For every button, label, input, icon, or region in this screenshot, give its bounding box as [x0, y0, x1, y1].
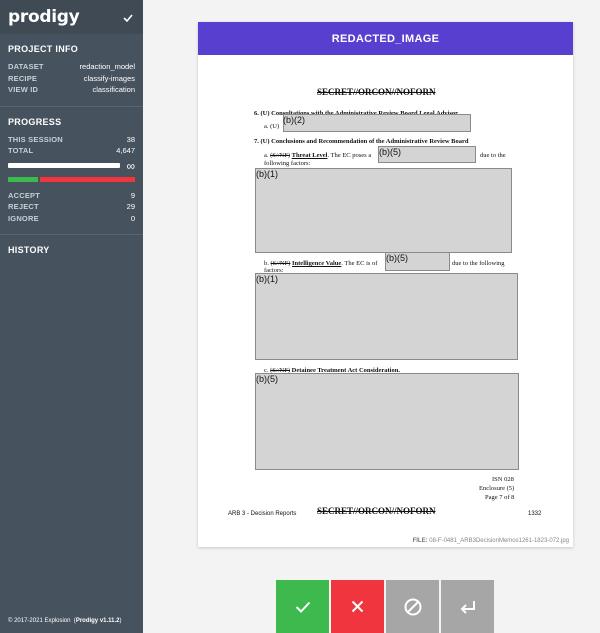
doc-footer-right: 1332	[528, 511, 542, 517]
accept-reject-ratio-bar	[8, 176, 135, 182]
accept-button[interactable]	[276, 580, 329, 633]
recipe-value: classify-images	[83, 73, 135, 83]
reject-count: 29	[126, 202, 135, 211]
reject-label: REJECT	[8, 202, 39, 211]
dataset-label: DATASET	[8, 62, 44, 71]
undo-icon	[460, 600, 476, 614]
progress-bar-row: ∞	[8, 158, 135, 173]
view-id-label: VIEW ID	[8, 85, 39, 94]
prodigy-logo: prodigy	[8, 7, 80, 27]
redaction-box	[255, 168, 512, 253]
redaction-box	[283, 114, 471, 132]
version-text[interactable]: Prodigy v1.11.2	[76, 618, 120, 624]
accept-icon	[295, 601, 311, 613]
reject-icon	[351, 600, 364, 613]
recipe-label: RECIPE	[8, 73, 38, 83]
redaction-label: (b)(5)	[379, 147, 401, 157]
accept-ratio-segment	[8, 176, 39, 182]
item-7b-tail: due to the following	[452, 260, 505, 267]
ignore-button[interactable]	[386, 580, 439, 633]
checkmark-icon[interactable]	[123, 10, 133, 25]
ignore-icon	[404, 598, 422, 616]
total-value: 4,647	[116, 146, 135, 155]
history-section[interactable]: HISTORY	[0, 235, 143, 272]
sidebar: prodigy PROJECT INFO DATASET redaction_m…	[0, 0, 143, 633]
page-number-text: Page 7 of 8	[485, 494, 515, 501]
total-label: TOTAL	[8, 146, 34, 155]
progress-section: PROGRESS THIS SESSION 38 TOTAL 4,647 ∞ A…	[0, 107, 143, 235]
project-info-section: PROJECT INFO DATASET redaction_model REC…	[0, 34, 143, 107]
dataset-value: redaction_model	[79, 62, 135, 71]
isn-text: ISN 028	[492, 476, 514, 483]
classification-header: SECRET//ORCON//NOFORN	[317, 87, 436, 97]
this-session-label: THIS SESSION	[8, 134, 63, 144]
view-id-value: classification	[92, 85, 135, 94]
redaction-box	[255, 373, 519, 470]
card-label-header: REDACTED_IMAGE	[198, 22, 573, 55]
classification-footer: SECRET//ORCON//NOFORN	[317, 506, 436, 516]
progress-bar	[8, 163, 121, 168]
item-7b-text: . The EC is of	[341, 260, 378, 267]
reject-button[interactable]	[331, 580, 384, 633]
item-7a-title: Threat Level	[291, 152, 328, 159]
reject-ratio-segment	[40, 176, 135, 182]
accept-count: 9	[130, 190, 135, 200]
item-7b-prefix: b.	[264, 260, 269, 267]
action-buttons	[276, 580, 494, 633]
view-id-row: VIEW ID classification	[8, 84, 135, 96]
infinity-icon: ∞	[126, 158, 135, 173]
reject-row: REJECT 29	[8, 201, 135, 213]
item-7b-title: Intelligence Value	[292, 260, 342, 267]
doc-footer-left: ARB 3 - Decision Reports	[228, 511, 297, 517]
item-7a: a. (S//NF) Threat Level. The EC poses a	[264, 152, 371, 159]
enclosure-text: Enclosure (5)	[479, 485, 515, 492]
history-title[interactable]: HISTORY	[8, 245, 135, 255]
accept-row: ACCEPT 9	[8, 190, 135, 202]
item-7b-mark: (S//NF)	[270, 260, 291, 267]
sidebar-footer: © 2017-2021 Explosion (Prodigy v1.11.2)	[8, 618, 122, 624]
recipe-row: RECIPE classify-images	[8, 73, 135, 85]
file-name: 08-F-0481_ARB3DecisionMemos1261-1823-072…	[429, 538, 569, 544]
task-card: REDACTED_IMAGE SECRET//ORCON//NOFORN 6. …	[198, 22, 573, 547]
ignore-label: IGNORE	[8, 213, 39, 223]
redaction-label: (b)(1)	[256, 169, 278, 179]
item-7a-mark: (S//NF)	[270, 152, 291, 159]
redaction-label: (b)(5)	[386, 253, 408, 263]
item-7a-tail: due to the	[480, 152, 506, 159]
item-7a-prefix: a.	[264, 152, 269, 159]
redaction-label: (b)(5)	[256, 374, 278, 384]
progress-title: PROGRESS	[8, 116, 62, 127]
ignore-row: IGNORE 0	[8, 213, 135, 225]
file-label-key: FILE:	[412, 538, 428, 544]
ignore-count: 0	[130, 213, 135, 223]
total-row: TOTAL 4,647	[8, 145, 135, 157]
copyright-text: © 2017-2021 Explosion	[8, 618, 71, 624]
dataset-row: DATASET redaction_model	[8, 61, 135, 73]
file-label: FILE: 08-F-0481_ARB3DecisionMemos1261-18…	[413, 538, 569, 544]
item-7-heading: 7. (U) Conclusions and Recommendation of…	[254, 138, 469, 145]
project-info-title: PROJECT INFO	[8, 44, 79, 54]
this-session-row: THIS SESSION 38	[8, 134, 135, 146]
redaction-box	[255, 273, 518, 360]
redaction-label: (b)(2)	[283, 115, 305, 125]
this-session-value: 38	[126, 134, 135, 144]
redaction-label: (b)(1)	[256, 274, 278, 284]
document-image: SECRET//ORCON//NOFORN 6. (U) Consultatio…	[198, 55, 573, 547]
item-6a: a. (U)	[264, 123, 280, 130]
item-7b: b. (S//NF) Intelligence Value. The EC is…	[264, 260, 377, 267]
undo-button[interactable]	[441, 580, 494, 633]
item-7a-line2: following factors:	[264, 160, 311, 167]
sidebar-header: prodigy	[0, 0, 143, 34]
accept-label: ACCEPT	[8, 190, 41, 200]
item-7a-text: . The EC poses a	[327, 152, 372, 159]
